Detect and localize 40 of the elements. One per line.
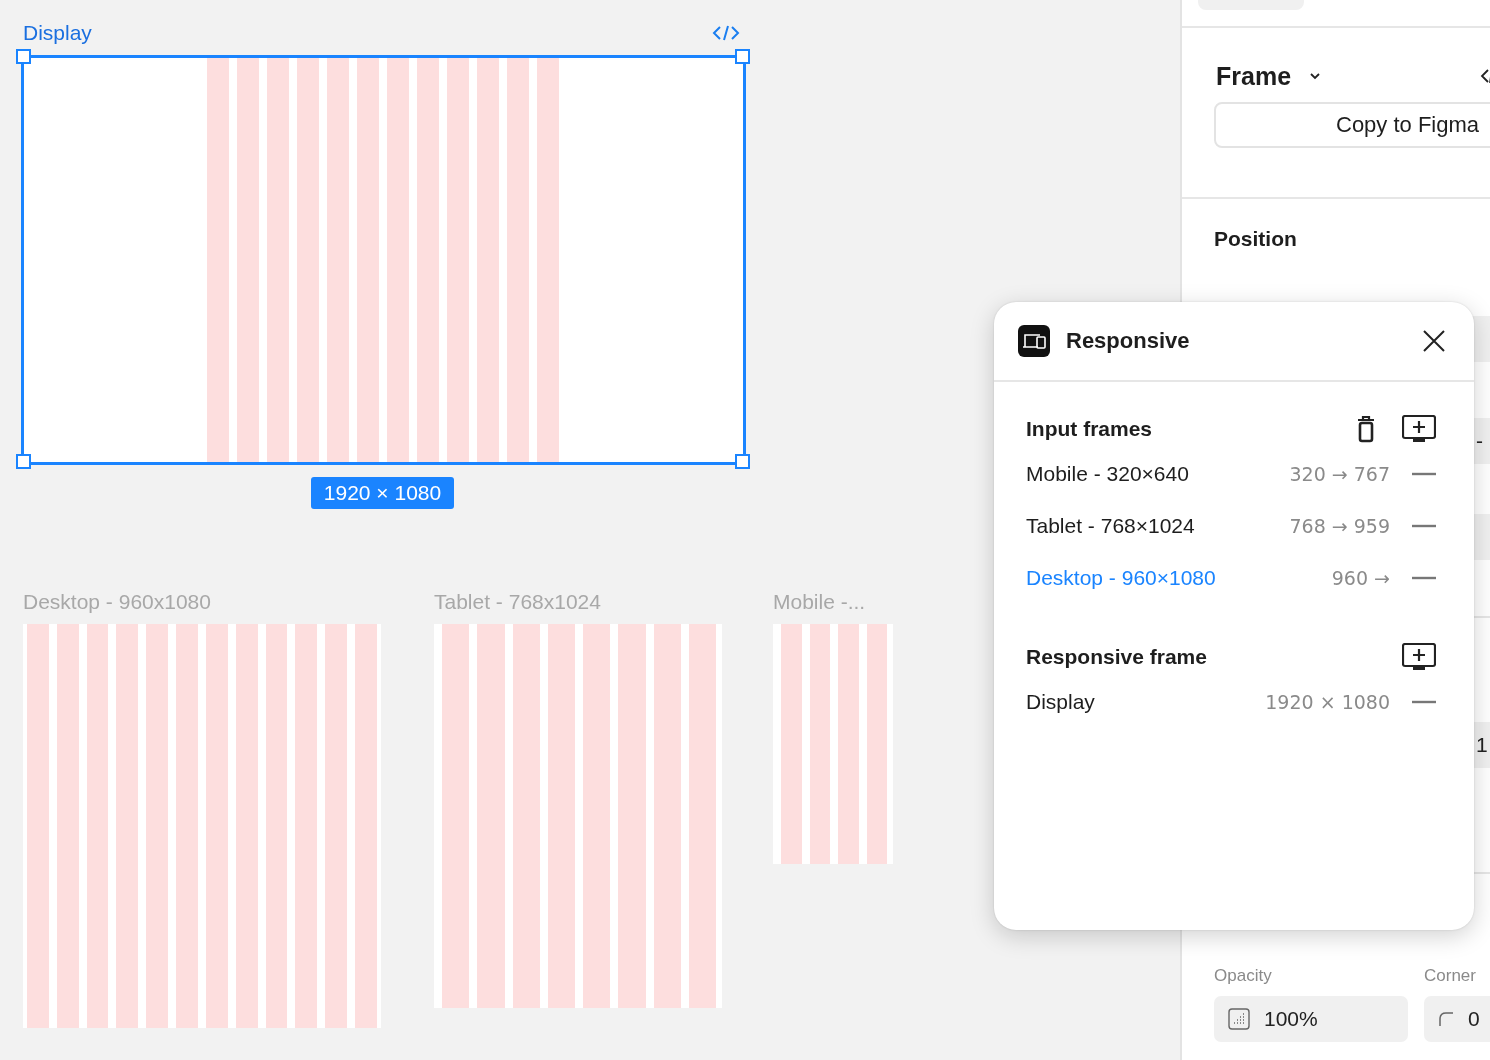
panel-title: Frame xyxy=(1216,61,1292,91)
remove-icon[interactable] xyxy=(1412,524,1436,528)
breakpoint-range: 960 → xyxy=(1331,567,1390,589)
remove-icon[interactable] xyxy=(1412,576,1436,580)
chevron-down-icon[interactable] xyxy=(1309,72,1322,80)
resize-handle[interactable] xyxy=(16,49,31,64)
copy-button[interactable]: Copy to Figma xyxy=(1214,102,1490,148)
responsive-devices-icon xyxy=(1018,325,1050,357)
field-value: 100% xyxy=(1264,1006,1318,1032)
close-icon[interactable] xyxy=(1422,329,1446,353)
remove-icon[interactable] xyxy=(1412,700,1436,704)
size-badge: 1920 × 1080 xyxy=(311,477,454,509)
remove-icon[interactable] xyxy=(1412,472,1436,476)
add-frame-icon[interactable] xyxy=(1402,643,1436,671)
section-title: Input frames xyxy=(1026,417,1154,441)
code-icon[interactable] xyxy=(1480,68,1490,84)
frame-name[interactable]: Display xyxy=(1026,690,1266,714)
opacity-icon xyxy=(1228,1008,1250,1030)
field-label: Corner xyxy=(1424,966,1477,986)
resize-handle[interactable] xyxy=(735,454,750,469)
opacity-field[interactable]: 100% xyxy=(1214,996,1408,1042)
breakpoint-range: 320 → 767 xyxy=(1289,463,1390,485)
frame-label[interactable]: Display xyxy=(23,21,92,45)
frame-name[interactable]: Tablet - 768×1024 xyxy=(1026,514,1290,538)
breakpoint-range: 768 → 959 xyxy=(1289,515,1390,537)
section-title: Responsive frame xyxy=(1026,645,1208,669)
field-value: 0 xyxy=(1468,1006,1480,1032)
breakpoint-range: 1920 × 1080 xyxy=(1265,691,1390,713)
resize-handle[interactable] xyxy=(16,454,31,469)
selected-frame[interactable] xyxy=(21,55,746,465)
frame-name[interactable]: Desktop - 960×1080 xyxy=(1026,566,1332,590)
frame-name[interactable]: Mobile - 320×640 xyxy=(1026,462,1290,486)
corner-radius-icon xyxy=(1438,1011,1454,1027)
field-label: Opacity xyxy=(1214,966,1273,986)
section-title: Position xyxy=(1214,227,1298,251)
resize-handle[interactable] xyxy=(735,49,750,64)
corner-radius-field[interactable]: 0 xyxy=(1424,996,1490,1042)
add-frame-icon[interactable] xyxy=(1402,415,1436,443)
dialog-title: Responsive xyxy=(1066,328,1191,354)
trash-icon[interactable] xyxy=(1356,415,1376,443)
